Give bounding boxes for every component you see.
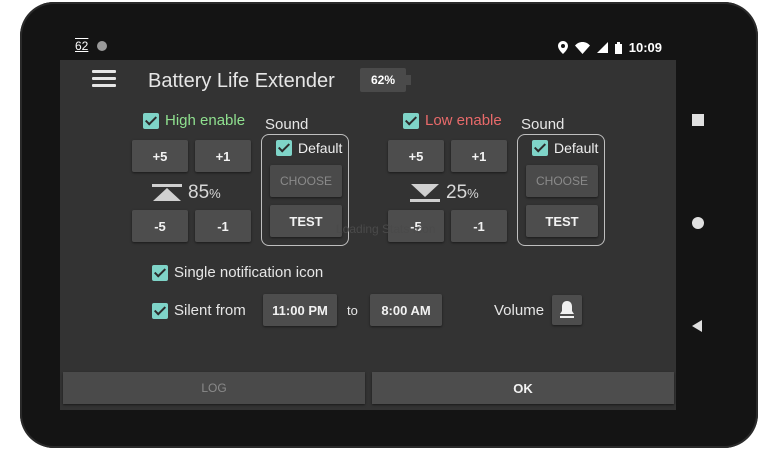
low-enable-label: Low enable [425,112,502,129]
low-default-label: Default [554,140,599,156]
low-plus5-button[interactable]: +5 [388,140,444,172]
menu-icon[interactable] [92,70,116,88]
battery-status-icon [614,41,622,54]
app-bar: Battery Life Extender 62% [60,60,676,102]
low-test-button[interactable]: TEST [526,205,598,237]
status-time: 10:09 [628,40,662,55]
low-default-checkbox[interactable]: Default [532,140,598,156]
low-minus1-button[interactable]: -1 [451,210,507,242]
checkbox-checked-icon [152,264,168,281]
high-minus5-button[interactable]: -5 [132,210,188,242]
location-icon [557,41,568,54]
high-plus5-button[interactable]: +5 [132,140,188,172]
low-sound-label: Sound [521,116,565,133]
high-percent-value: 85 [188,182,210,203]
high-sound-label: Sound [265,116,309,133]
high-percent-sign: % [209,186,221,201]
wifi-icon [574,41,590,54]
single-notification-label: Single notification icon [174,264,324,281]
status-bar: 62 10:09 [60,36,676,60]
log-button[interactable]: LOG [63,372,365,404]
to-label: to [347,303,358,318]
signal-icon [596,42,608,53]
battery-level-badge: 62% [360,68,411,92]
checkbox-checked-icon [152,302,168,319]
watermark-text: Loading Stats Icon [336,222,436,236]
high-default-checkbox[interactable]: Default [276,140,342,156]
notification-number: 62 [75,39,89,53]
volume-label: Volume [494,302,545,319]
low-percent-sign: % [467,186,479,201]
low-plus1-button[interactable]: +1 [451,140,507,172]
high-test-button[interactable]: TEST [270,205,342,237]
recents-nav-icon[interactable] [692,114,706,126]
triangle-down-icon [410,184,440,202]
app-title: Battery Life Extender [148,70,335,92]
checkbox-checked-icon [276,140,292,156]
silent-start-button[interactable]: 11:00 PM [263,294,337,326]
high-percent-display: 85% [152,182,221,204]
low-percent-display: 25% [410,182,479,204]
low-percent-value: 25 [446,182,468,203]
checkbox-checked-icon [403,112,419,129]
high-choose-button[interactable]: CHOOSE [270,165,342,197]
high-enable-checkbox[interactable]: High enable [143,112,245,129]
notification-dot-icon [97,41,108,51]
high-minus1-button[interactable]: -1 [195,210,251,242]
checkbox-checked-icon [143,112,159,129]
ok-button[interactable]: OK [372,372,674,404]
app-screen: 62 10:09 Battery Life Extender 62% High … [60,36,676,410]
bell-icon [560,301,574,318]
high-enable-label: High enable [165,112,246,129]
home-nav-icon[interactable] [692,217,706,229]
high-default-label: Default [298,140,343,156]
back-nav-icon[interactable] [692,320,706,332]
silent-from-checkbox[interactable]: Silent from [152,302,246,319]
triangle-up-icon [152,184,182,201]
high-plus1-button[interactable]: +1 [195,140,251,172]
low-choose-button[interactable]: CHOOSE [526,165,598,197]
low-enable-checkbox[interactable]: Low enable [403,112,502,129]
volume-button[interactable] [552,295,582,325]
checkbox-checked-icon [532,140,548,156]
silent-from-label: Silent from [174,302,246,319]
silent-end-button[interactable]: 8:00 AM [370,294,442,326]
single-notification-checkbox[interactable]: Single notification icon [152,264,323,281]
